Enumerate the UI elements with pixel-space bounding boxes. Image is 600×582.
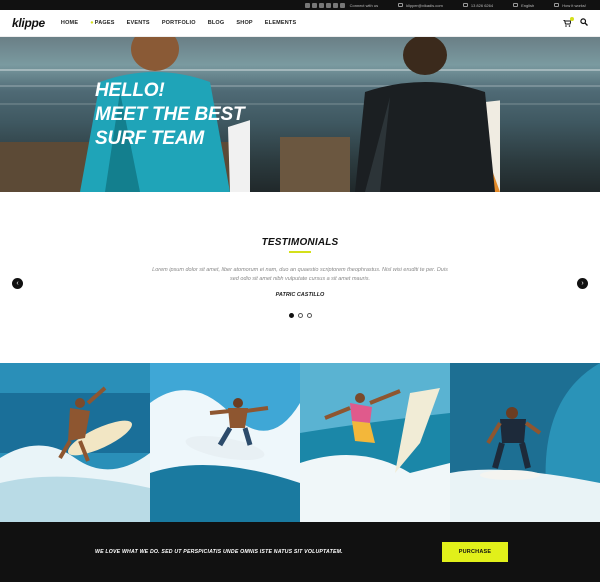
section-title: TESTIMONIALS xyxy=(261,237,339,248)
carousel-dot[interactable] xyxy=(307,313,312,318)
nav-item-portfolio[interactable]: PORTFOLIO xyxy=(162,20,196,26)
cart-icon[interactable] xyxy=(563,16,574,27)
chevron-left-icon[interactable]: ‹ xyxy=(12,278,23,289)
social-icon-2[interactable] xyxy=(311,2,317,8)
purchase-button[interactable]: PURCHASE xyxy=(442,542,508,562)
social-icon-1[interactable] xyxy=(304,2,310,8)
testimonial-author: PATRIC CASTILLO xyxy=(275,292,325,298)
phone-number[interactable]: 13 826 6264 xyxy=(471,3,493,8)
language-select[interactable]: English xyxy=(521,3,534,8)
gallery-tile-2[interactable] xyxy=(150,363,300,522)
title-underline xyxy=(289,251,311,253)
email-link[interactable]: klipper@vikadis.com xyxy=(406,3,443,8)
cta-text: WE LOVE WHAT WE DO. SED UT PERSPICIATIS … xyxy=(95,549,343,555)
carousel-dots xyxy=(289,313,312,318)
search-icon[interactable] xyxy=(580,18,588,28)
social-icon-5[interactable] xyxy=(332,2,338,8)
cta-bar: WE LOVE WHAT WE DO. SED UT PERSPICIATIS … xyxy=(0,522,600,582)
active-dot-icon: ● xyxy=(90,20,94,26)
mail-icon xyxy=(398,3,404,7)
surf-gallery xyxy=(0,363,600,522)
flag-icon xyxy=(513,3,519,7)
social-icon-3[interactable] xyxy=(318,2,324,8)
social-icon-4[interactable] xyxy=(325,2,331,8)
nav-item-events[interactable]: EVENTS xyxy=(127,20,150,26)
connect-label: Connect with us xyxy=(349,2,379,8)
testimonials-section: TESTIMONIALS Lorem ipsum dolor sit amet,… xyxy=(0,192,600,363)
nav-item-pages[interactable]: ●PAGES xyxy=(90,20,114,26)
hero-line-2: MEET THE BEST xyxy=(95,104,245,125)
surfer-photo-right xyxy=(355,37,500,192)
nav-item-shop[interactable]: SHOP xyxy=(236,20,252,26)
nav-item-home[interactable]: HOME xyxy=(61,20,78,26)
how-it-works-link[interactable]: How it works! xyxy=(562,3,586,8)
testimonial-quote: Lorem ipsum dolor sit amet, liber atomor… xyxy=(152,267,448,282)
carousel-dot[interactable] xyxy=(289,313,294,318)
hero-banner: HELLO! MEET THE BEST SURF TEAM xyxy=(0,37,600,192)
logo[interactable]: klippe xyxy=(12,16,45,30)
chevron-right-icon[interactable]: › xyxy=(577,278,588,289)
hero-heading: HELLO! MEET THE BEST SURF TEAM xyxy=(95,79,245,151)
social-icon-6[interactable] xyxy=(339,2,345,8)
rocks xyxy=(280,137,350,192)
nav-item-elements[interactable]: ELEMENTS xyxy=(265,20,297,26)
social-icons: Connect with us xyxy=(304,2,379,8)
carousel-dot[interactable] xyxy=(298,313,303,318)
menu: HOME ●PAGES EVENTS PORTFOLIO BLOG SHOP E… xyxy=(61,20,296,26)
main-nav: klippe HOME ●PAGES EVENTS PORTFOLIO BLOG… xyxy=(0,10,600,37)
gallery-tile-4[interactable] xyxy=(450,363,600,522)
phone-icon xyxy=(462,3,468,7)
hero-line-3: SURF TEAM xyxy=(95,128,205,149)
hero-line-1: HELLO! xyxy=(95,80,165,101)
nav-item-blog[interactable]: BLOG xyxy=(208,20,225,26)
cart-badge xyxy=(570,16,574,21)
gallery-tile-1[interactable] xyxy=(0,363,150,522)
help-icon xyxy=(554,3,560,7)
top-bar: Connect with us klipper@vikadis.com 13 8… xyxy=(0,0,600,10)
nav-actions xyxy=(563,16,588,28)
gallery-tile-3[interactable] xyxy=(300,363,450,522)
nav-item-pages-label: PAGES xyxy=(94,20,115,26)
